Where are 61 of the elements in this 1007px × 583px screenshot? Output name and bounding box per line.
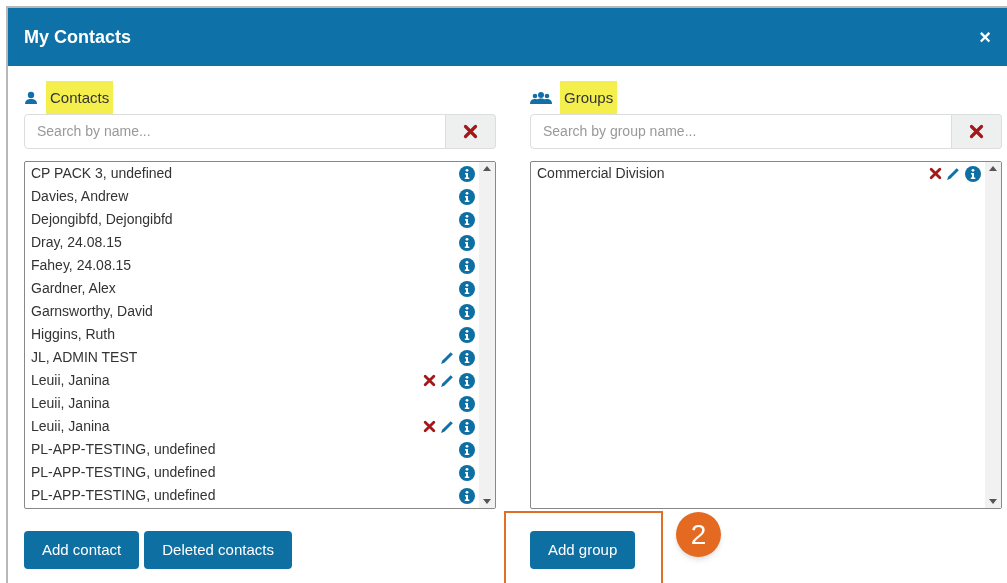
action-button[interactable]: Add contact: [24, 531, 140, 569]
delete-icon[interactable]: [969, 124, 984, 139]
clear-button[interactable]: [952, 114, 1002, 149]
close-button[interactable]: ×: [979, 27, 991, 47]
action-button[interactable]: Deleted contacts: [144, 531, 292, 569]
scroll-up-icon[interactable]: [989, 166, 997, 171]
list-item[interactable]: Higgins, Ruth: [31, 324, 459, 345]
list-item[interactable]: Commercial Division: [537, 163, 929, 184]
section-heading: Groups: [560, 80, 618, 116]
info-icon[interactable]: [459, 211, 475, 228]
info-icon[interactable]: [459, 441, 475, 458]
delete-icon[interactable]: [463, 124, 478, 139]
pencil-icon[interactable]: [440, 419, 455, 434]
person-icon: [24, 91, 38, 105]
info-icon[interactable]: [459, 303, 475, 320]
info-icon[interactable]: [459, 418, 475, 435]
section-heading: Contacts: [46, 80, 114, 116]
info-icon[interactable]: [459, 464, 475, 481]
clear-button[interactable]: [446, 114, 496, 149]
info-icon[interactable]: [459, 257, 475, 274]
window-title: My Contacts: [24, 25, 131, 49]
list-item[interactable]: PL-APP-TESTING, undefined: [31, 485, 459, 506]
step-badge: 2: [676, 512, 721, 557]
info-icon[interactable]: [459, 326, 475, 343]
list-item[interactable]: Garnsworthy, David: [31, 301, 459, 322]
list-item[interactable]: JL, ADMIN TEST: [31, 347, 440, 368]
scrollbar[interactable]: [985, 162, 1001, 508]
info-icon[interactable]: [459, 372, 475, 389]
list-item[interactable]: PL-APP-TESTING, undefined: [31, 462, 459, 483]
info-icon[interactable]: [459, 234, 475, 251]
info-icon[interactable]: [459, 349, 475, 366]
list-item[interactable]: Gardner, Alex: [31, 278, 459, 299]
list-item[interactable]: PL-APP-TESTING, undefined: [31, 439, 459, 460]
action-button[interactable]: Add group: [530, 531, 636, 569]
search-field[interactable]: Search by group name...: [530, 114, 952, 149]
scroll-down-icon[interactable]: [483, 499, 491, 504]
list-item[interactable]: Fahey, 24.08.15: [31, 255, 459, 276]
pencil-icon[interactable]: [440, 350, 455, 365]
info-icon[interactable]: [459, 188, 475, 205]
scroll-down-icon[interactable]: [989, 499, 997, 504]
delete-icon[interactable]: [423, 420, 436, 433]
pencil-icon[interactable]: [440, 373, 455, 388]
scroll-up-icon[interactable]: [483, 166, 491, 171]
list-item[interactable]: Leuii, Janina: [31, 416, 423, 437]
list-item[interactable]: Dejongibfd, Dejongibfd: [31, 209, 459, 230]
people-icon: [530, 91, 552, 105]
info-icon[interactable]: [459, 487, 475, 504]
pencil-icon[interactable]: [946, 166, 961, 181]
list-item[interactable]: Dray, 24.08.15: [31, 232, 459, 253]
info-icon[interactable]: [459, 280, 475, 297]
info-icon[interactable]: [459, 165, 475, 182]
list-item[interactable]: Leuii, Janina: [31, 370, 423, 391]
list-item[interactable]: Davies, Andrew: [31, 186, 459, 207]
list-item[interactable]: Leuii, Janina: [31, 393, 459, 414]
list-item[interactable]: CP PACK 3, undefined: [31, 163, 459, 184]
delete-icon[interactable]: [929, 167, 942, 180]
scrollbar[interactable]: [479, 162, 495, 508]
info-icon[interactable]: [965, 165, 981, 182]
delete-icon[interactable]: [423, 374, 436, 387]
info-icon[interactable]: [459, 395, 475, 412]
search-field[interactable]: Search by name...: [24, 114, 446, 149]
